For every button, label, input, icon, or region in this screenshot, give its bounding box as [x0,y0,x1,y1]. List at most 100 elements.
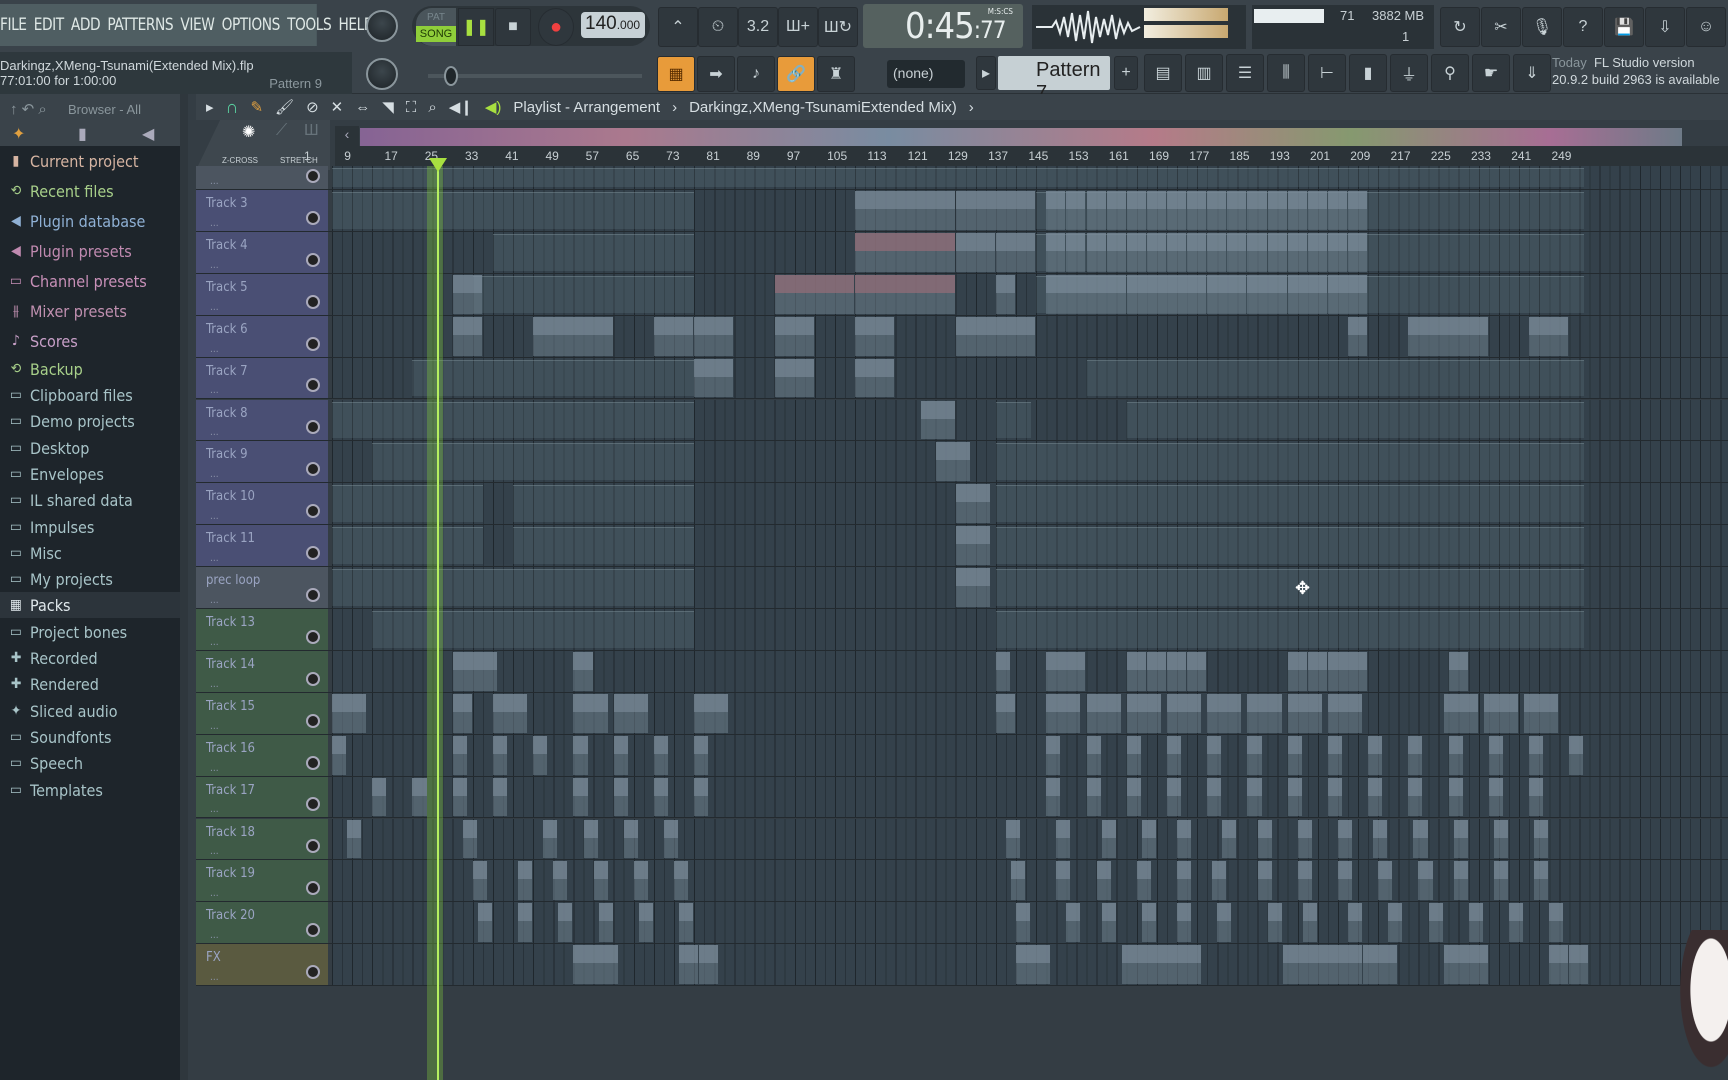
clip-menu-icon[interactable]: ✕ [1551,904,1562,919]
clip-menu-icon[interactable]: ✕ [560,904,571,919]
paint-tool-icon[interactable]: 🖌 [275,98,294,116]
overview-scroll-left-icon[interactable]: ‹ [335,126,359,146]
track-header[interactable]: Track 14... [196,650,328,692]
clip-menu-icon[interactable]: ✕ [1169,695,1180,710]
menu-file[interactable]: FILE [0,15,27,35]
browser-item[interactable]: ◀ Plugin database [8,208,180,234]
playlist-clip[interactable]: ✕ [1207,735,1222,775]
clip-menu-icon[interactable]: ✕ [1330,653,1341,668]
playlist-clip[interactable]: ✕ 5..2 [573,693,608,733]
clip-menu-icon[interactable]: ✕ [545,821,556,836]
playlist-clip[interactable]: ✕ [1327,191,1348,230]
clip-menu-icon[interactable]: ✕ [1260,821,1271,836]
clip-menu-icon[interactable]: ✕ [1048,192,1059,207]
pattern-block[interactable] [412,359,695,397]
playlist-clip[interactable]: ✕ Pa.. [955,232,995,272]
clip-menu-icon[interactable]: ✕ [1330,234,1341,249]
playlist-clip[interactable]: ✕ [1086,232,1106,272]
playlist-clip[interactable]: ✕ [1534,861,1549,901]
clip-menu-icon[interactable]: ✕ [1179,862,1190,877]
playlist-clip[interactable]: ✕ [1534,819,1549,859]
pattern-block[interactable] [513,485,695,523]
clip-menu-icon[interactable]: ✕ [1290,695,1301,710]
pattern-block[interactable] [332,401,695,439]
clip-menu-icon[interactable]: ✕ [1300,821,1311,836]
playlist-clip[interactable]: ✕ [1146,651,1166,691]
zoom-tool-icon[interactable]: ⌕ [428,99,436,116]
clip-menu-icon[interactable]: ✕ [696,737,707,752]
clip-menu-icon[interactable]: ✕ [857,234,868,249]
clip-menu-icon[interactable]: ✕ [1370,779,1381,794]
clip-menu-icon[interactable]: ✕ [1109,234,1120,249]
clip-menu-icon[interactable]: ✕ [1330,192,1341,207]
clip-menu-icon[interactable]: ✕ [455,779,466,794]
playlist-clip[interactable]: ✕ [1101,903,1116,943]
playlist-clip[interactable]: ✕ [1287,777,1302,817]
browser-files-icon[interactable]: ▮ [78,124,87,144]
track-lane[interactable]: ✕ ✕ ✕ ✕ ✕ ✕ ✕ ✕ ✕ ✕ ✕ ✕ ✕ ✕ ✕ ✕ ✕ ✕ ✕ ✕ ✕ [332,776,1728,818]
playlist-clip[interactable]: ✕ [694,777,709,817]
clip-menu-icon[interactable]: ✕ [626,821,637,836]
clip-menu-icon[interactable]: ✕ [455,737,466,752]
clip-menu-icon[interactable]: ✕ [480,904,491,919]
pattern-block[interactable] [332,192,695,229]
playlist-clip[interactable]: ✕ [995,274,1016,314]
playback-tool-icon[interactable]: ◀❙ [449,98,473,116]
browser-item[interactable]: ✦ Sliced audio [8,698,180,724]
delete-tool-icon[interactable]: ⊘ [306,98,319,116]
browser-item[interactable]: ▭ Templates [8,777,180,803]
select-tool-icon[interactable]: ⛶ [406,99,417,116]
playlist-clip[interactable]: ✕ [533,735,548,775]
browser-item[interactable]: ▭ Soundfonts [8,724,180,750]
clip-menu-icon[interactable]: ✕ [1390,904,1401,919]
clip-menu-icon[interactable]: ✕ [1496,862,1507,877]
master-pitch-knob[interactable] [366,58,398,90]
clip-menu-icon[interactable]: ✕ [1144,904,1155,919]
playlist-clip[interactable]: ✕ [1177,903,1192,943]
track-mute-button[interactable] [306,755,320,770]
snap-selector[interactable]: (none) [887,60,965,88]
clip-menu-icon[interactable]: ✕ [958,192,969,207]
mixer-icon[interactable]: ⫼ [1267,54,1305,92]
playlist-clip[interactable]: ✕ [1066,191,1086,230]
clip-menu-icon[interactable]: ✕ [616,737,627,752]
clip-menu-icon[interactable]: ✕ [1089,192,1100,207]
track-lane[interactable]: ✕ ✕ ✕ ✕ ✕ ✕ ✕ ✕ ✕ ✕ ✕ ✕ ✕ ✕ ✕ ✕ ✕ ✕ ✕ ✕ ✕ ✕ [332,734,1728,776]
clip-menu-icon[interactable]: ✕ [455,318,466,333]
playlist-clip[interactable]: ✕ [1529,735,1544,775]
menu-tools[interactable]: TOOLS [287,15,332,35]
clip-menu-icon[interactable]: ✕ [334,737,345,752]
browser-item[interactable]: ▭ Desktop [8,435,180,461]
save-icon[interactable]: 💾 [1604,7,1644,47]
playlist-clip[interactable]: ✕ Pattern 39 [1126,274,1207,314]
playlist-clip[interactable]: ✕ [1257,819,1272,859]
clip-menu-icon[interactable]: ✕ [1471,904,1482,919]
audio-wave-icon[interactable]: ✺ [242,122,255,142]
playlist-clip[interactable]: ✕ [1453,861,1468,901]
track-header[interactable]: Track 5... [196,273,328,315]
track-header[interactable]: FX... [196,944,328,986]
clip-menu-icon[interactable]: ✕ [1124,946,1135,961]
clip-menu-icon[interactable]: ✕ [857,318,868,333]
clip-menu-icon[interactable]: ✕ [1420,862,1431,877]
playlist-clip[interactable]: ✕ [1187,232,1207,272]
playlist-overview-scrollbar[interactable] [360,128,1682,146]
clip-menu-icon[interactable]: ✕ [1290,234,1301,249]
slice-tool-icon[interactable]: ◥ [382,98,394,116]
playlist-clip[interactable]: ✕ 5..2 [1166,693,1202,733]
clip-menu-icon[interactable]: ✕ [681,946,692,961]
playlist-clip[interactable]: ✕ 5..2 [1086,693,1121,733]
clip-menu-icon[interactable]: ✕ [998,276,1009,291]
playlist-clip[interactable]: ✕ [1066,232,1086,272]
pattern-block[interactable] [995,569,1585,606]
clip-menu-icon[interactable]: ✕ [1380,862,1391,877]
playlist-clip[interactable]: ✕ [955,568,990,607]
playlist-clip[interactable]: ✕ [1348,903,1363,943]
pattern-block[interactable] [1086,359,1585,397]
clip-menu-icon[interactable]: ✕ [1290,192,1301,207]
playlist-clip[interactable]: ✕ [593,861,608,901]
clip-menu-icon[interactable]: ✕ [1350,234,1361,249]
zcross-label[interactable]: Z-CROSS [222,156,258,165]
playlist-clip[interactable]: ✕ [1212,861,1227,901]
playlist-clip[interactable]: ✕ [452,316,482,356]
